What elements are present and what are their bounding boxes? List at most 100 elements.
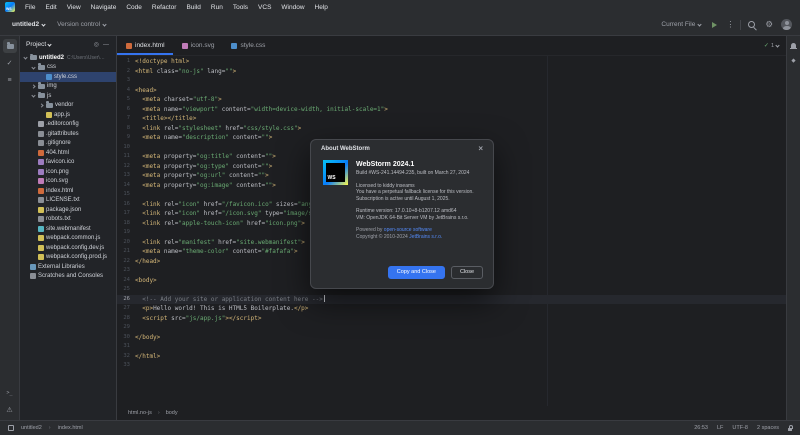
tree-item-webpack.config.dev.js[interactable]: webpack.config.dev.js [20, 243, 116, 253]
dialog-close-button[interactable]: × [478, 144, 483, 153]
menu-tools[interactable]: Tools [228, 3, 253, 12]
tree-item-.gitignore[interactable]: .gitignore [20, 139, 116, 149]
tree-label: webpack.config.dev.js [46, 244, 105, 251]
more-actions-button[interactable]: ⋮ [724, 20, 736, 29]
tab-style.css[interactable]: style.css [222, 36, 273, 55]
tool-window-switcher-icon[interactable] [8, 425, 14, 431]
folder-icon [46, 101, 53, 108]
tree-item-webpack.config.prod.js[interactable]: webpack.config.prod.js [20, 253, 116, 263]
notifications-icon[interactable] [789, 40, 799, 50]
line-number: 31 [123, 343, 130, 349]
code-line-7[interactable]: 7 <title></title> [117, 114, 786, 124]
code-line-6[interactable]: 6 <meta name="viewport" content="width=d… [117, 105, 786, 115]
problems-tool-icon[interactable]: ⚠ [3, 403, 17, 417]
project-widget[interactable]: untitled2 [8, 19, 49, 30]
code-line-30[interactable]: 30 </body> [117, 333, 786, 343]
tree-item-img[interactable]: img [20, 82, 116, 92]
line-separator[interactable]: LF [717, 425, 723, 431]
tree-item-Scratches and Consoles[interactable]: Scratches and Consoles [20, 272, 116, 282]
code-line-1[interactable]: 1 <!doctype html> [117, 57, 786, 67]
tree-item-js[interactable]: js [20, 91, 116, 101]
project-panel-title[interactable]: Project [26, 41, 46, 48]
code-line-32[interactable]: 32 </html> [117, 352, 786, 362]
run-button[interactable] [712, 21, 718, 28]
tree-label: index.html [46, 187, 74, 194]
hide-panel-icon[interactable]: — [102, 42, 110, 48]
code-line-33[interactable]: 33 [117, 361, 786, 371]
tree-item-External Libraries[interactable]: External Libraries [20, 262, 116, 272]
menu-window[interactable]: Window [276, 3, 309, 12]
breadcrumb-body[interactable]: body [164, 409, 180, 417]
tree-item-webpack.common.js[interactable]: webpack.common.js [20, 234, 116, 244]
status-crumb-untitled2[interactable]: untitled2 [19, 424, 44, 432]
menu-refactor[interactable]: Refactor [147, 3, 182, 12]
tree-item-.gitattributes[interactable]: .gitattributes [20, 129, 116, 139]
tree-item-robots.txt[interactable]: robots.txt [20, 215, 116, 225]
code-line-26[interactable]: 26 <!-- Add your site or application con… [117, 294, 786, 304]
commit-tool-icon[interactable]: ✓ [3, 56, 17, 70]
menu-build[interactable]: Build [181, 3, 205, 12]
readonly-lock-icon[interactable] [788, 425, 793, 431]
tree-item-css[interactable]: css [20, 63, 116, 73]
terminal-tool-icon[interactable]: >_ [3, 386, 17, 400]
menu-view[interactable]: View [62, 3, 86, 12]
jetbrains-link[interactable]: JetBrains s.r.o. [409, 234, 442, 240]
tree-item-icon.png[interactable]: icon.png [20, 167, 116, 177]
code-line-31[interactable]: 31 [117, 342, 786, 352]
line-number: 3 [126, 77, 130, 83]
settings-button[interactable]: ⚙ [763, 20, 775, 29]
code-line-3[interactable]: 3 [117, 76, 786, 86]
menu-edit[interactable]: Edit [40, 3, 61, 12]
license-line2: Subscription is active until August 1, 2… [356, 195, 450, 202]
code-line-2[interactable]: 2 <html class="no-js" lang=""> [117, 67, 786, 77]
tree-item-LICENSE.txt[interactable]: LICENSE.txt [20, 196, 116, 206]
tree-item-.editorconfig[interactable]: .editorconfig [20, 120, 116, 130]
menu-help[interactable]: Help [310, 3, 333, 12]
project-tool-icon[interactable] [2, 39, 17, 53]
code-line-27[interactable]: 27 <p>Hello world! This is HTML5 Boilerp… [117, 304, 786, 314]
code-line-5[interactable]: 5 <meta charset="utf-8"> [117, 95, 786, 105]
tab-icon.svg[interactable]: icon.svg [173, 36, 223, 55]
code-line-28[interactable]: 28 <script src="js/app.js"></script> [117, 314, 786, 324]
code-line-8[interactable]: 8 <link rel="stylesheet" href="css/style… [117, 124, 786, 134]
tree-item-style.css[interactable]: style.css [20, 72, 116, 82]
tree-item-app.js[interactable]: app.js [20, 110, 116, 120]
open-source-link[interactable]: open-source software [384, 227, 432, 233]
locate-file-icon[interactable]: ◎ [93, 41, 100, 48]
status-crumb-index.html[interactable]: index.html [56, 424, 85, 432]
profile-avatar[interactable] [781, 19, 792, 30]
copy-and-close-button[interactable]: Copy and Close [387, 265, 445, 279]
menu-vcs[interactable]: VCS [253, 3, 276, 12]
breadcrumb-html.no-js[interactable]: html.no-js [126, 409, 154, 417]
tree-item-favicon.ico[interactable]: favicon.ico [20, 158, 116, 168]
inspections-widget[interactable]: ✓ 1 [764, 42, 786, 49]
caret-position[interactable]: 26:53 [694, 425, 708, 431]
tree-label: app.js [54, 111, 71, 118]
tab-index.html[interactable]: index.html [117, 36, 173, 55]
code-text: <meta property="og:type" content=""> [135, 162, 273, 170]
vcs-widget[interactable]: Version control [53, 19, 110, 30]
indent-style[interactable]: 2 spaces [757, 425, 779, 431]
menu-file[interactable]: File [20, 3, 40, 12]
file-encoding[interactable]: UTF-8 [732, 425, 748, 431]
tree-item-site.webmanifest[interactable]: site.webmanifest [20, 224, 116, 234]
tree-item-404.html[interactable]: 404.html [20, 148, 116, 158]
menu-run[interactable]: Run [206, 3, 228, 12]
tree-item-index.html[interactable]: index.html [20, 186, 116, 196]
tree-item-vendor[interactable]: vendor [20, 101, 116, 111]
menu-navigate[interactable]: Navigate [86, 3, 122, 12]
tree-item-icon.svg[interactable]: icon.svg [20, 177, 116, 187]
left-tool-strip: ✓ ≡ >_ ⚠ [0, 36, 20, 420]
ai-assistant-icon[interactable]: ◆ [789, 56, 799, 66]
tree-item-untitled2[interactable]: untitled2C:\Users\User\WebstormProjects\… [20, 53, 116, 63]
code-line-4[interactable]: 4 <head> [117, 86, 786, 96]
close-button[interactable]: Close [450, 265, 483, 279]
tree-item-package.json[interactable]: package.json [20, 205, 116, 215]
code-line-29[interactable]: 29 [117, 323, 786, 333]
webstorm-window: WS File Edit View Navigate Code Refactor Build… [0, 0, 800, 435]
scratch-file-icon [30, 273, 36, 280]
structure-tool-icon[interactable]: ≡ [3, 73, 17, 87]
run-config-selector[interactable]: Current File [657, 19, 705, 30]
search-everywhere-button[interactable] [747, 20, 757, 30]
menu-code[interactable]: Code [121, 3, 147, 12]
